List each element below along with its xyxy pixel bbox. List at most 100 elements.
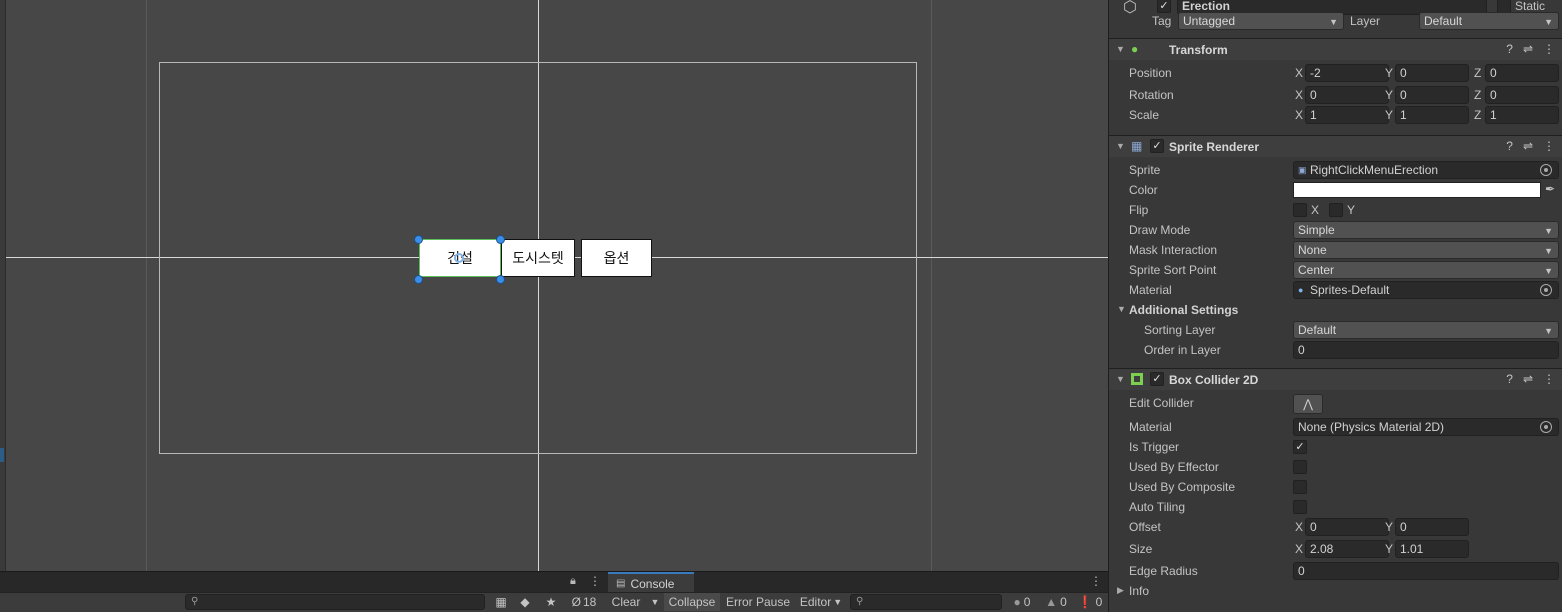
used-by-composite-checkbox[interactable] [1293,480,1307,494]
foldout-arrow-right-icon[interactable]: ▶ [1117,585,1124,596]
collider-material-field[interactable]: None (Physics Material 2D) [1293,418,1559,436]
transform-header[interactable]: ▼ ● Transform ? ⇌ ⋮ [1109,38,1562,60]
mask-interaction-dropdown[interactable]: None ▼ [1293,241,1559,259]
warning-toggle[interactable]: ▲ 0 [1040,593,1072,611]
hierarchy-search-input[interactable]: ⚲ [185,594,485,610]
object-picker-icon[interactable] [1540,284,1552,296]
clear-options-dropdown[interactable]: ▼ [646,593,664,611]
error-toggle[interactable]: ❗ 0 [1074,593,1106,611]
help-icon[interactable]: ? [1506,139,1513,153]
star-icon[interactable]: ★ [540,593,562,611]
presets-icon[interactable]: ⇌ [1523,139,1533,153]
box-collider-header[interactable]: ▼ ✓ Box Collider 2D ? ⇌ ⋮ [1109,368,1562,390]
position-x-field[interactable]: -2 [1305,64,1389,82]
kebab-menu-icon[interactable]: ⋮ [1543,372,1555,386]
flip-y-label: Y [1347,203,1356,217]
sorting-layer-dropdown[interactable]: Default ▼ [1293,321,1559,339]
color-swatch[interactable] [1293,182,1541,198]
editor-dropdown-label: Editor [799,595,832,609]
edit-collider-button[interactable]: ⋀ [1293,394,1323,414]
rect-handle-bottom-right[interactable] [496,275,505,284]
rect-handle-top-left[interactable] [414,235,423,244]
used-by-effector-checkbox[interactable] [1293,460,1307,474]
rect-handle-top-right[interactable] [496,235,505,244]
tag-icon[interactable]: ◆ [514,593,536,611]
auto-tiling-checkbox[interactable] [1293,500,1307,514]
menu-button-city-stats[interactable]: 도시스텟 [501,239,575,277]
hidden-count[interactable]: Ø 18 [566,593,602,611]
order-in-layer-field[interactable]: 0 [1293,341,1559,359]
menu-button-options[interactable]: 옵션 [581,239,652,277]
help-icon[interactable]: ? [1506,42,1513,56]
flip-x-checkbox[interactable] [1293,203,1307,217]
editor-dropdown[interactable]: Editor ▼ [796,593,846,611]
sprite-renderer-enabled-checkbox[interactable]: ✓ [1150,139,1164,153]
layer-dropdown[interactable]: Default ▼ [1419,12,1559,30]
object-picker-icon[interactable] [1540,421,1552,433]
box-collider-enabled-checkbox[interactable]: ✓ [1150,372,1164,386]
clear-button[interactable]: Clear [606,593,646,611]
draw-mode-value: Simple [1298,223,1335,237]
tag-dropdown[interactable]: Untagged ▼ [1178,12,1344,30]
kebab-menu-icon[interactable]: ⋮ [1543,42,1555,56]
pivot-handle[interactable] [454,253,464,263]
axis-y-label: Y [1385,88,1394,102]
scale-y-field[interactable]: 1 [1395,106,1469,124]
selection-marker [0,448,4,462]
order-in-layer-label: Order in Layer [1144,343,1221,357]
additional-settings-row[interactable]: ▼ Additional Settings [1109,300,1562,320]
presets-icon[interactable]: ⇌ [1523,42,1533,56]
size-x-field[interactable]: 2.08 [1305,540,1389,558]
kebab-menu-icon[interactable]: ⋮ [1543,139,1555,153]
info-count: 0 [1023,595,1031,609]
offset-x-field[interactable]: 0 [1305,518,1389,536]
material-object-field[interactable]: ● Sprites-Default [1293,281,1559,299]
foldout-arrow-icon[interactable]: ▼ [1116,374,1125,384]
edge-radius-row: Edge Radius 0 [1109,561,1562,581]
console-icon: ▤ [616,578,626,589]
edge-radius-field[interactable]: 0 [1293,562,1559,580]
used-by-effector-label: Used By Effector [1129,460,1219,474]
info-row[interactable]: ▶ Info [1109,581,1562,601]
error-pause-button[interactable]: Error Pause [722,593,794,611]
foldout-arrow-icon[interactable]: ▼ [1116,44,1125,54]
rotation-z-field[interactable]: 0 [1485,86,1559,104]
is-trigger-checkbox[interactable]: ✓ [1293,440,1307,454]
scene-view[interactable]: 건설 도시스텟 옵션 [0,0,1108,571]
scene-visibility-icon[interactable]: ▦ [490,593,512,611]
flip-y-checkbox[interactable] [1329,203,1343,217]
rect-handle-bottom-left[interactable] [414,275,423,284]
offset-y-field[interactable]: 0 [1395,518,1469,536]
inspector-panel: ⬡ ✓ Erection Static Tag Untagged ▼ Layer … [1108,0,1562,612]
lock-icon[interactable]: 🔒︎ [570,575,576,588]
kebab-menu-icon[interactable]: ⋮ [589,574,601,588]
scale-x-field[interactable]: 1 [1305,106,1389,124]
kebab-menu-icon[interactable]: ⋮ [1090,574,1102,588]
rotation-x-field[interactable]: 0 [1305,86,1389,104]
foldout-arrow-icon[interactable]: ▼ [1117,304,1126,314]
draw-mode-dropdown[interactable]: Simple ▼ [1293,221,1559,239]
sprite-renderer-header[interactable]: ▼ ▦ ✓ Sprite Renderer ? ⇌ ⋮ [1109,135,1562,157]
tab-console-label: Console [630,576,675,591]
console-search-input[interactable]: ⚲ [850,594,1002,610]
collapse-button[interactable]: Collapse [664,593,720,611]
presets-icon[interactable]: ⇌ [1523,372,1533,386]
rotation-y-field[interactable]: 0 [1395,86,1469,104]
object-picker-icon[interactable] [1540,164,1552,176]
info-toggle[interactable]: ● 0 [1006,593,1038,611]
sprite-sort-point-dropdown[interactable]: Center ▼ [1293,261,1559,279]
foldout-arrow-icon[interactable]: ▼ [1116,141,1125,151]
position-y-field[interactable]: 0 [1395,64,1469,82]
help-icon[interactable]: ? [1506,372,1513,386]
axis-x-label: X [1295,108,1304,122]
rotation-label: Rotation [1129,88,1174,102]
size-y-field[interactable]: 1.01 [1395,540,1469,558]
edit-shape-icon: ⋀ [1303,397,1313,411]
info-icon: ● [1013,595,1021,609]
eyedropper-icon[interactable]: ✒ [1545,182,1555,196]
tab-console[interactable]: ▤ Console [608,572,694,593]
scene-left-strip [0,0,6,571]
sprite-object-field[interactable]: ▣ RightClickMenuErection [1293,161,1559,179]
position-z-field[interactable]: 0 [1485,64,1559,82]
scale-z-field[interactable]: 1 [1485,106,1559,124]
